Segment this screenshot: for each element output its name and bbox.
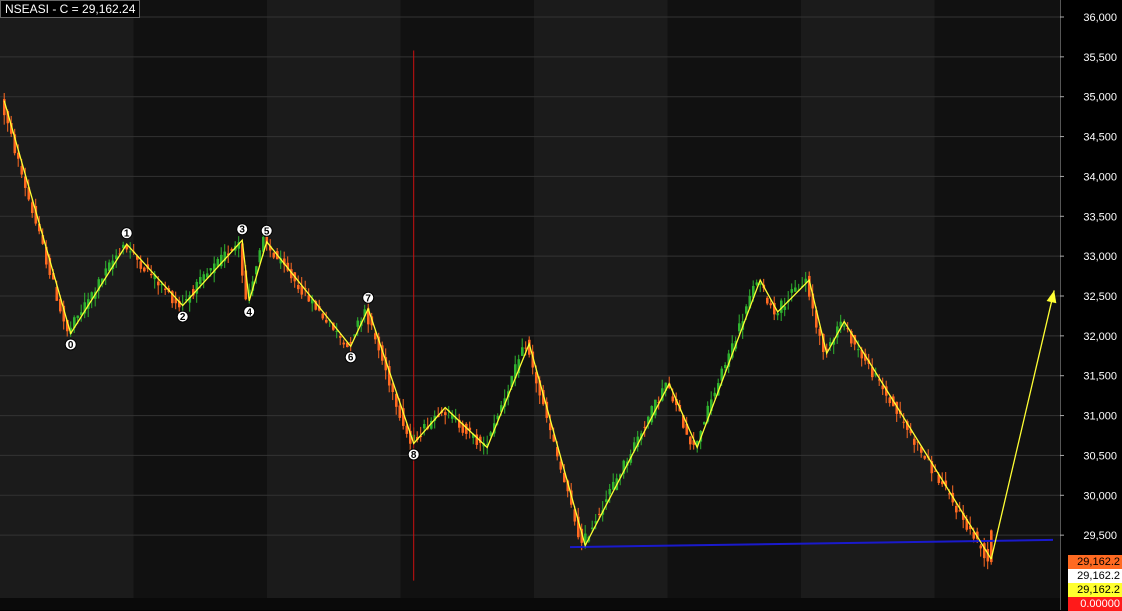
candle	[129, 251, 132, 253]
candle	[689, 436, 692, 445]
value-box-yellow: 29,162.2	[1068, 583, 1122, 598]
axis-tick-label: 34,500	[1083, 132, 1117, 144]
candle	[902, 421, 906, 423]
wave-marker-label: 7	[365, 293, 371, 304]
axis-tick-label: 31,000	[1083, 411, 1117, 423]
candle	[888, 397, 892, 404]
axis-tick-label: 32,500	[1083, 291, 1117, 303]
wave-marker-label: 8	[411, 450, 417, 461]
candle	[955, 505, 958, 513]
wave-marker-label: 5	[264, 226, 270, 237]
candle	[776, 313, 780, 316]
background-band	[801, 0, 935, 598]
wave-marker-label: 6	[348, 353, 354, 364]
candle	[724, 364, 727, 369]
axis-tick-label: 30,000	[1083, 490, 1117, 502]
value-box-indicator: 0.00000	[1068, 597, 1122, 611]
background-band	[934, 0, 1060, 598]
candle	[339, 336, 342, 338]
candle	[164, 288, 167, 290]
candle	[913, 438, 916, 445]
candle	[76, 315, 80, 319]
candle	[790, 289, 794, 293]
candle	[521, 347, 524, 356]
candle	[783, 306, 787, 310]
candle	[979, 545, 983, 549]
time-axis-strip	[0, 598, 1060, 610]
axis-tick-label: 35,000	[1083, 92, 1117, 104]
candle	[703, 422, 706, 425]
candle	[143, 267, 146, 272]
candle	[202, 274, 206, 281]
wave-marker-label: 3	[239, 225, 245, 236]
candle	[272, 252, 276, 258]
candle	[713, 392, 717, 397]
price-chart[interactable]: 0 1 2 3 4 5 6 7 8 29,500 30,000 30,500 31,000 31,500…	[0, 0, 1122, 610]
candle	[766, 297, 769, 304]
axis-tick-label: 31,500	[1083, 371, 1117, 383]
wave-marker-label: 0	[68, 340, 74, 351]
candle	[745, 306, 748, 314]
candle	[199, 277, 202, 285]
background-band	[0, 0, 134, 598]
axis-tick-label: 29,500	[1083, 530, 1117, 542]
candle	[321, 313, 325, 319]
candle	[356, 320, 360, 327]
price-axis: 29,500 30,000 30,500 31,000 31,500 32,000 32,5…	[1060, 0, 1122, 610]
wave-marker-label: 1	[124, 229, 130, 240]
candle	[857, 349, 860, 351]
candle	[342, 342, 346, 345]
candle	[139, 261, 143, 269]
axis-tick-label: 36,000	[1083, 12, 1117, 24]
candle	[157, 281, 160, 286]
axis-tick-label: 33,500	[1083, 211, 1117, 223]
wave-marker-label: 2	[180, 312, 186, 323]
candle	[608, 489, 612, 495]
candle	[209, 268, 213, 271]
axis-tick-label: 32,000	[1083, 331, 1117, 343]
candle	[843, 325, 846, 327]
candle	[738, 323, 741, 332]
background-band	[400, 0, 534, 598]
background-band	[267, 0, 401, 598]
value-box-white: 29,162.2	[1068, 569, 1122, 584]
candle	[923, 455, 927, 459]
background-bands	[0, 0, 1122, 610]
candle	[104, 268, 108, 276]
wave-marker-label: 4	[246, 307, 252, 318]
candle	[335, 330, 339, 332]
candle	[398, 405, 402, 418]
candle	[755, 282, 759, 285]
candle	[423, 423, 426, 429]
axis-tick-label: 30,500	[1083, 450, 1117, 462]
candle	[150, 273, 153, 276]
candle	[671, 396, 675, 402]
candle	[325, 319, 328, 323]
background-band	[534, 0, 668, 598]
candle	[297, 284, 300, 290]
axis-tick-label: 33,000	[1083, 251, 1117, 263]
last-close-box: 29,162.2	[1068, 555, 1122, 570]
candle	[598, 513, 601, 515]
chart-title: NSEASI - C = 29,162.24	[0, 0, 141, 18]
candle	[769, 303, 773, 306]
candle	[444, 412, 447, 415]
axis-tick-label: 34,000	[1083, 171, 1117, 183]
candle	[794, 287, 797, 292]
axis-tick-label: 35,500	[1083, 52, 1117, 64]
candle	[605, 499, 608, 502]
